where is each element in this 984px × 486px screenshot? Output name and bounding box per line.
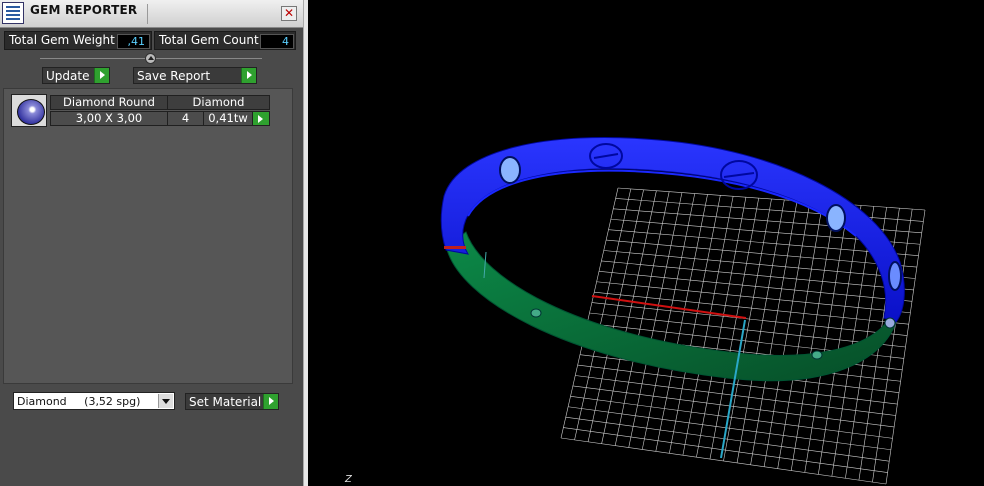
total-gem-count-field: Total Gem Count 4 bbox=[154, 31, 296, 50]
diamond-stone[interactable] bbox=[884, 317, 896, 329]
window-title: GEM REPORTER bbox=[30, 3, 138, 17]
inner-hole bbox=[530, 308, 542, 318]
gem-row-select-button[interactable] bbox=[252, 111, 270, 126]
collapse-chevron-icon[interactable] bbox=[145, 53, 156, 64]
inner-hole bbox=[811, 350, 823, 360]
update-button[interactable]: Update bbox=[42, 67, 110, 84]
gem-size-value: 3,00 X 3,00 bbox=[50, 111, 168, 126]
close-icon: ✕ bbox=[283, 6, 295, 20]
grid-line bbox=[572, 385, 895, 428]
gem-reporter-panel: GEM REPORTER ✕ Total Gem Weight ,41 Tota… bbox=[0, 0, 303, 486]
grid-line bbox=[575, 375, 896, 416]
total-gem-count-value: 4 bbox=[260, 34, 294, 49]
gem-material-header: Diamond bbox=[167, 95, 270, 110]
grid-line bbox=[777, 202, 823, 469]
close-button[interactable]: ✕ bbox=[281, 6, 297, 21]
diamond-stone[interactable] bbox=[826, 204, 846, 232]
grid-line bbox=[804, 204, 849, 473]
set-material-button[interactable]: Set Material bbox=[185, 393, 279, 410]
save-report-button[interactable]: Save Report bbox=[133, 67, 257, 84]
3d-viewport[interactable]: Z bbox=[308, 0, 984, 486]
update-button-label: Update bbox=[46, 69, 90, 83]
play-arrow-icon bbox=[241, 68, 256, 83]
diamond-stone[interactable] bbox=[499, 156, 521, 184]
play-arrow-icon bbox=[263, 394, 278, 409]
grid-line bbox=[763, 201, 811, 467]
title-separator bbox=[147, 4, 148, 24]
gem-list: Diamond Round Diamond 3,00 X 3,00 4 0,41… bbox=[3, 88, 293, 384]
grid-line bbox=[790, 203, 836, 471]
chevron-down-icon[interactable] bbox=[158, 394, 173, 408]
gem-reporter-app-icon bbox=[2, 2, 24, 24]
bangle-seam bbox=[444, 246, 466, 249]
total-gem-weight-value: ,41 bbox=[117, 34, 150, 49]
material-select-value: Diamond (3,52 spg) bbox=[17, 395, 141, 408]
x-axis-line bbox=[591, 295, 747, 319]
set-material-button-label: Set Material bbox=[189, 395, 262, 409]
gem-weight-value: 0,41tw bbox=[203, 111, 253, 126]
gem-shape-header: Diamond Round bbox=[50, 95, 168, 110]
bangle-scene[interactable] bbox=[308, 0, 984, 486]
bangle-ring[interactable] bbox=[440, 137, 905, 382]
diamond-stone[interactable] bbox=[888, 261, 902, 291]
total-gem-weight-field: Total Gem Weight ,41 bbox=[4, 31, 152, 50]
grid-line bbox=[817, 205, 862, 475]
material-select[interactable]: Diamond (3,52 spg) bbox=[13, 392, 175, 410]
save-report-button-label: Save Report bbox=[137, 69, 211, 83]
play-arrow-icon bbox=[94, 68, 109, 83]
play-arrow-icon bbox=[253, 112, 269, 125]
gem-count-value: 4 bbox=[167, 111, 204, 126]
total-gem-count-label: Total Gem Count bbox=[159, 33, 259, 47]
z-axis-label: Z bbox=[345, 474, 352, 485]
title-bar[interactable]: GEM REPORTER ✕ bbox=[0, 0, 303, 28]
diamond-round-thumbnail[interactable] bbox=[11, 94, 47, 127]
total-gem-weight-label: Total Gem Weight bbox=[9, 33, 115, 47]
